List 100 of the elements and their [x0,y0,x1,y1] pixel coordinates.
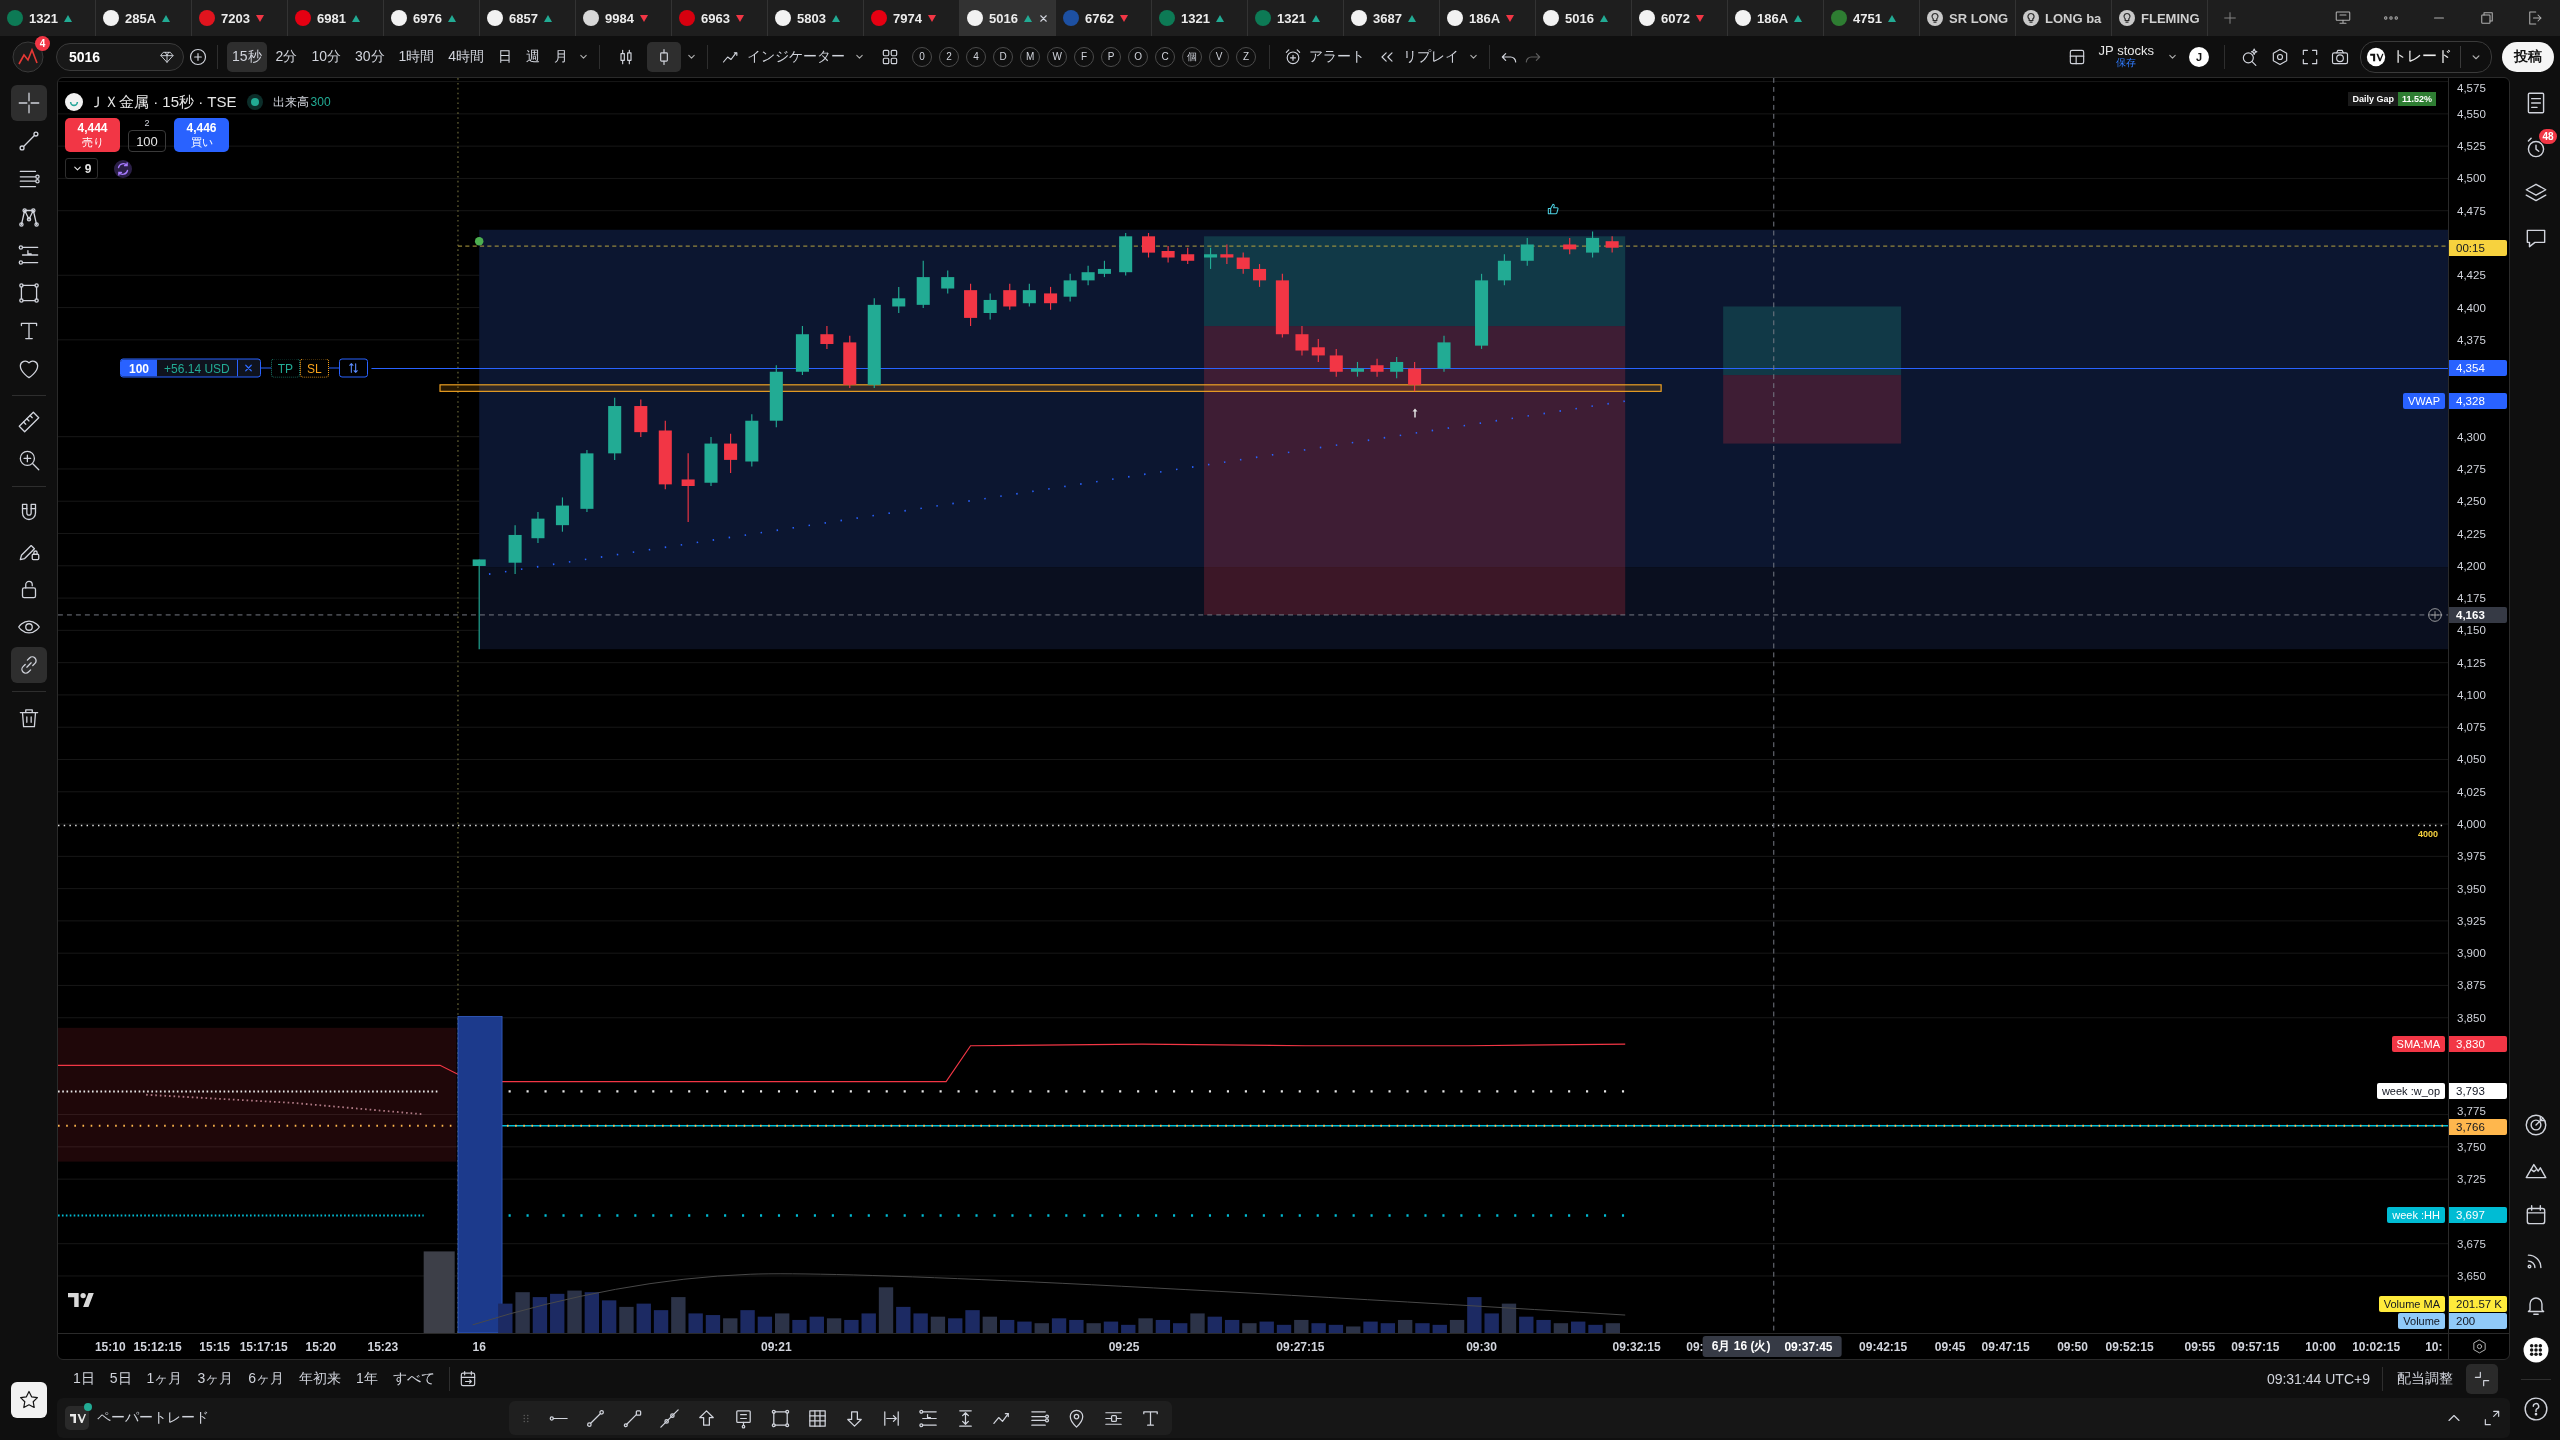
time-tick-label: 09:25 [1108,1339,1140,1354]
layout-button[interactable]: JP stocks 保存 [2096,44,2156,69]
close-icon [243,363,255,374]
price-tick-label: 3,675 [2457,1237,2486,1250]
interval-button[interactable]: 30分 [349,41,390,72]
stop-loss-button[interactable]: SL [300,359,329,378]
sell-button[interactable]: 4,444 売り [65,118,120,152]
time-tick-label: 09:47:15 [1981,1339,2030,1354]
interval-button[interactable]: 4時間 [443,41,490,72]
interval-button[interactable]: 15秒 [227,41,267,72]
maximize-icon[interactable] [2482,1408,2502,1428]
interval-button[interactable]: 月 [549,41,574,72]
symbol-search-field[interactable]: 5016 [56,42,184,71]
publish-button[interactable]: 投稿 [2502,41,2554,72]
price-label: 4,354 [2449,360,2507,377]
time-tick-label: 09:52:15 [2105,1339,2154,1354]
time-tick-label: 16 [472,1339,486,1354]
price-tick-label: 3,925 [2457,914,2486,927]
settings-icon[interactable] [2270,46,2290,67]
price-tick-label: 4,000 [2457,818,2486,831]
user-avatar[interactable]: J [2189,46,2209,67]
interval-button[interactable]: 週 [521,41,546,72]
count-badge: 48 [2539,129,2557,144]
price-tick-label: 4,425 [2457,269,2486,282]
crosshair-date: 6月 16 (火) [1711,1338,1771,1355]
price-tick-label: 4,025 [2457,785,2486,798]
logo-icon[interactable] [65,1406,89,1430]
time-tick-label: 09:21 [760,1339,792,1354]
range-button[interactable]: 6ヶ月 [242,1366,290,1392]
search-icon[interactable] [2240,46,2260,67]
price-label: 201.57 K [2449,1296,2507,1313]
range-button[interactable]: すべて [386,1366,441,1392]
time-tick-label: 15:23 [367,1339,399,1354]
quantity-field[interactable]: 100 [128,130,166,152]
price-tick-label: 4,300 [2457,430,2486,443]
price-tick-label: 4,150 [2457,624,2486,637]
settings-icon[interactable] [2470,1338,2488,1355]
price-tick-label: 4,400 [2457,301,2486,314]
price-tick-label: 4,050 [2457,753,2486,766]
price-tick-label: 4,500 [2457,172,2486,185]
extended-line-icon[interactable] [658,1406,681,1430]
restore-icon[interactable] [2478,9,2496,27]
indicators-toggle-button[interactable]: 9 [65,158,98,179]
range-button[interactable]: 1年 [350,1366,384,1392]
price-label: 3,697 [2449,1207,2507,1224]
dividend-adjust-button[interactable]: 配当調整 [2391,1366,2459,1392]
target-icon[interactable] [2523,1112,2549,1138]
range-button[interactable]: 5日 [103,1366,138,1392]
price-tick-label: 4,250 [2457,495,2486,508]
trade-button[interactable]: トレード [2366,45,2461,68]
price-tick-label: 3,775 [2457,1105,2486,1118]
price-label: 200 [2449,1312,2507,1329]
price-tick-label: 4,275 [2457,462,2486,475]
favorites-button[interactable] [10,1382,47,1418]
sync-icon[interactable] [114,159,132,178]
round-logo-icon [65,93,83,111]
time-tick-label: 09:32:15 [1612,1339,1661,1354]
panel-title[interactable]: ペーパートレード [97,1409,209,1427]
interval-button[interactable]: 2分 [270,41,303,72]
chart-type-button[interactable] [647,41,682,72]
tool-button[interactable] [10,85,47,121]
chart-tab[interactable]: 5016 [960,0,1056,36]
price-label: 3,830 [2449,1036,2507,1053]
time-tick-label: 15:12:15 [133,1339,182,1354]
range-button[interactable]: 1日 [67,1366,101,1392]
crosshair-time: 09:37:45 [1784,1339,1833,1354]
price-tick-label: 4,525 [2457,140,2486,153]
time-tick-label: 09:57:15 [2231,1339,2280,1354]
time-tick-label: 09:30 [1466,1339,1497,1354]
alert-button[interactable]: アラート [1279,41,1370,72]
exit-icon[interactable] [2526,9,2544,27]
logo-icon [2366,46,2386,67]
price-tick-label: 3,725 [2457,1173,2486,1186]
tool-button[interactable] [10,647,47,683]
range-button[interactable]: 1ヶ月 [140,1366,189,1392]
plus-circle-icon[interactable] [188,46,208,67]
buy-button[interactable]: 4,446 買い [174,118,229,152]
interval-button[interactable]: 日 [493,41,518,72]
take-profit-button[interactable]: TP [270,359,301,378]
reverse-position-button[interactable] [338,359,368,378]
replay-button[interactable]: リプレイ [1373,41,1464,72]
price-tick-label: 4,475 [2457,204,2486,217]
close-icon[interactable] [1037,12,1049,24]
dot-grid-icon[interactable] [2523,1337,2549,1363]
monitor-icon[interactable] [2334,9,2352,27]
price-tick-label: 4,100 [2457,688,2486,701]
avatar-icon[interactable] [12,40,44,73]
price-label: 4,328 [2449,393,2507,410]
interval-button[interactable]: 10分 [306,41,346,72]
collapse-button[interactable] [2466,1364,2498,1394]
range-button[interactable]: 3ヶ月 [191,1366,240,1392]
time-tick-label: 09:55 [2184,1339,2216,1354]
position-quantity[interactable]: 100 [121,360,158,377]
range-button[interactable]: 年初来 [293,1366,347,1392]
clock-text: 09:31:44 UTC+9 [2266,1371,2370,1387]
interval-button[interactable]: 1時間 [393,41,440,72]
price-tick-label: 3,875 [2457,979,2486,992]
indicators-button[interactable]: インジケーター [717,41,850,72]
chart-title[interactable]: ＪＸ金属 · 15秒 · TSE [89,92,237,112]
help-icon[interactable] [2523,1396,2549,1422]
